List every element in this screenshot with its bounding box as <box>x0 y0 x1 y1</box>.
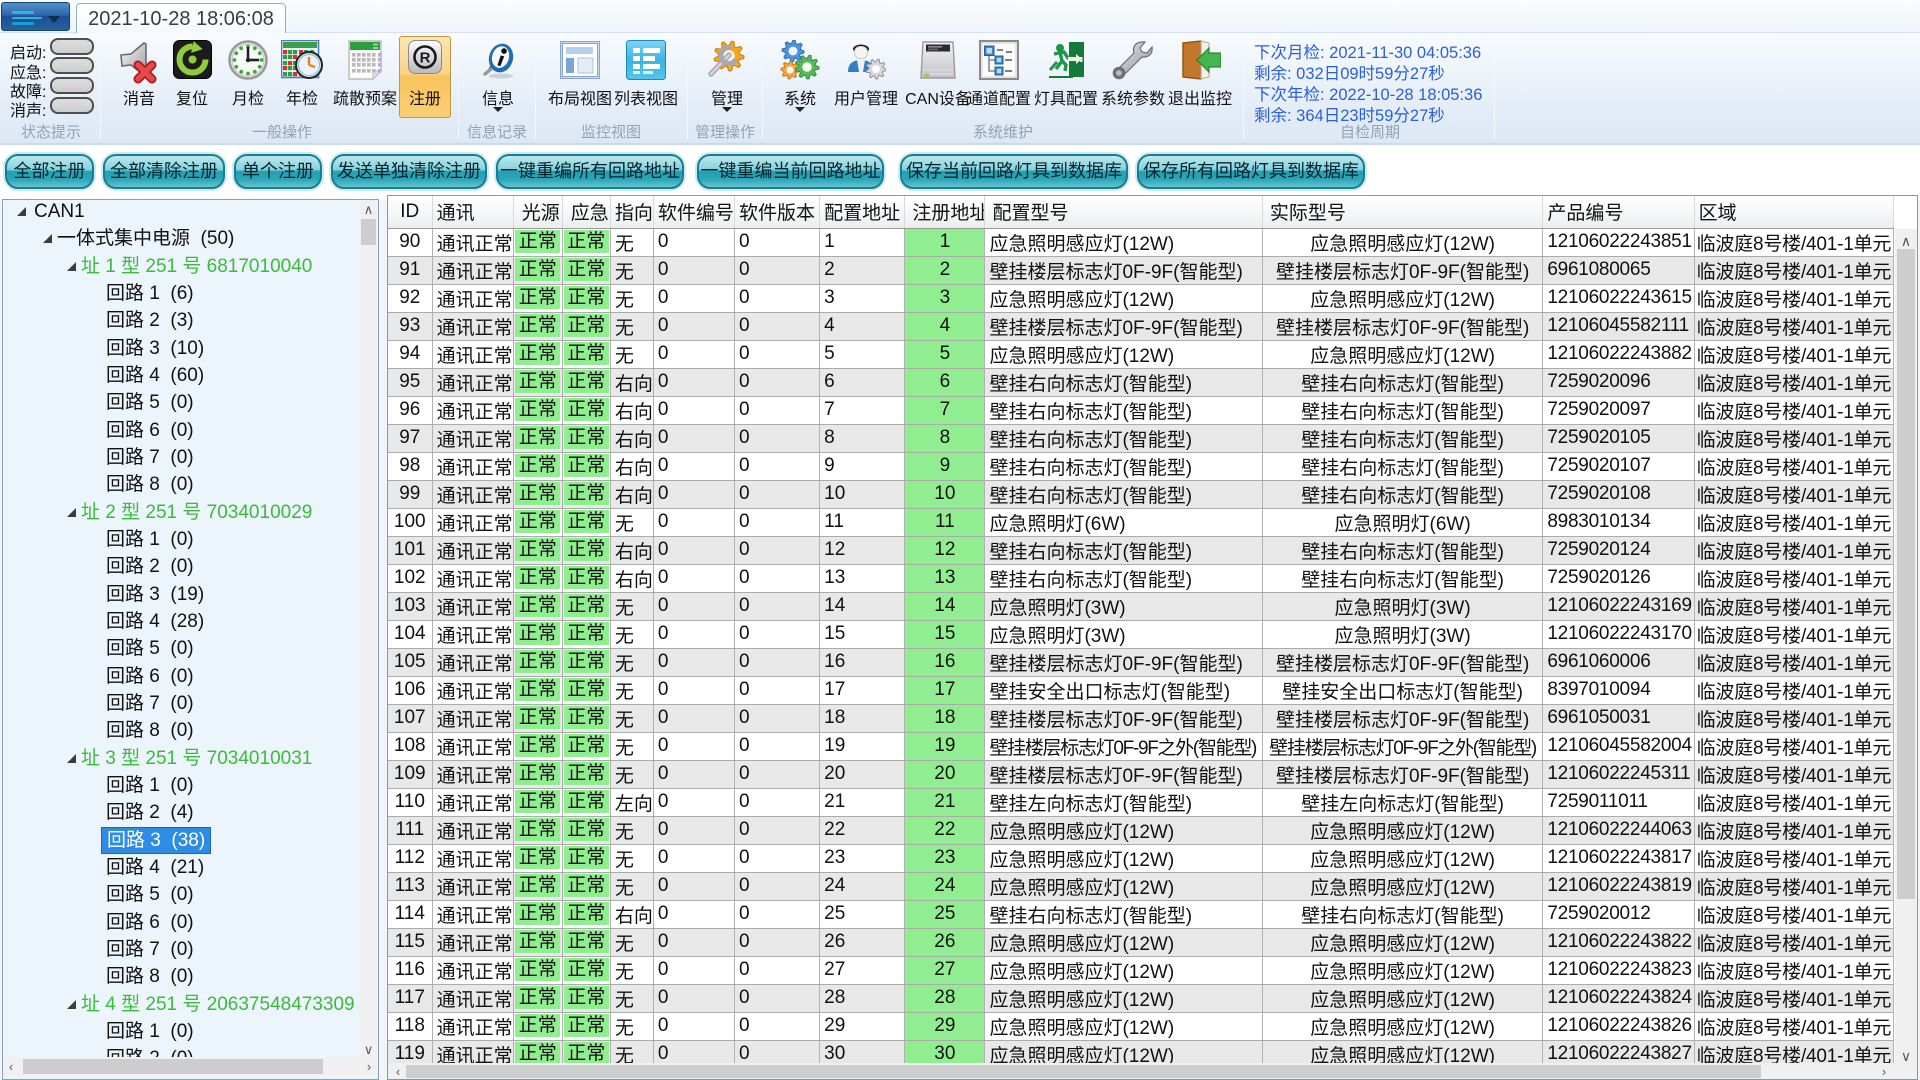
svg-text:R: R <box>420 50 431 67</box>
